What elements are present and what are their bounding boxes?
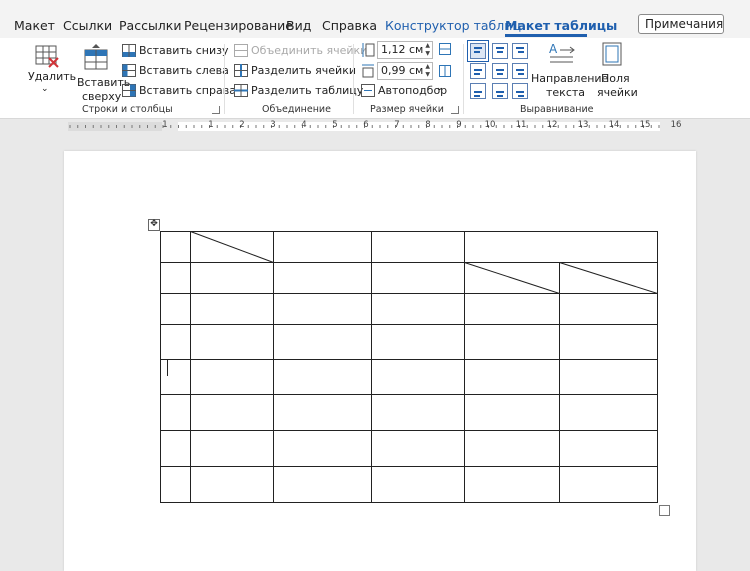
group-cell-size: Размер ячейки — [370, 104, 444, 115]
cell-margins-label-2: ячейки — [597, 86, 638, 99]
ruler-number: 10 — [484, 120, 496, 130]
ruler-number: 2 — [239, 120, 245, 130]
document-table[interactable] — [64, 151, 696, 571]
svg-text:A: A — [549, 42, 558, 56]
insert-below-icon — [122, 44, 136, 57]
ruler-number: 15 — [639, 120, 651, 130]
tab-view[interactable]: Вид — [286, 18, 311, 33]
autofit-button[interactable]: Автоподбор ⌄ — [361, 83, 447, 99]
ruler-number: 6 — [363, 120, 369, 130]
ruler-number: 5 — [332, 120, 338, 130]
tab-help[interactable]: Справка — [322, 18, 377, 33]
group-merge: Объединение — [262, 104, 331, 115]
chevron-down-icon: ⌄ — [436, 83, 444, 93]
split-table-icon — [234, 84, 248, 97]
ruler-number: 8 — [425, 120, 431, 130]
column-width-input[interactable]: 0,99 см ▲ ▼ — [377, 62, 433, 80]
spinner-arrows-icon[interactable]: ▲ ▼ — [425, 63, 430, 79]
delete-table-icon — [35, 45, 59, 68]
align-top-right-icon[interactable] — [512, 43, 528, 59]
ribbon-tab-bar: Макет Ссылки Рассылки Рецензирование Вид… — [0, 0, 750, 38]
row-height-input[interactable]: 1,12 см ▲ ▼ — [377, 41, 433, 59]
delete-label: Удалить — [28, 70, 77, 83]
split-cells-button[interactable]: Разделить ячейки — [233, 63, 356, 79]
row-height-value: 1,12 см — [381, 43, 424, 56]
chevron-down-icon: ⌄ — [41, 84, 49, 94]
text-direction-label-2: текста — [546, 86, 586, 99]
spinner-arrows-icon[interactable]: ▲ ▼ — [425, 42, 430, 58]
distribute-columns-icon[interactable] — [439, 65, 451, 77]
insert-above-icon — [84, 44, 108, 70]
ruler-number: 11 — [515, 120, 527, 130]
insert-left-label: Вставить слева — [139, 64, 229, 77]
group-rows-columns: Строки и столбцы — [82, 104, 173, 115]
ruler-number: 12 — [546, 120, 558, 130]
autofit-icon — [361, 84, 375, 97]
align-middle-left-icon[interactable] — [470, 63, 486, 79]
ruler-number: 7 — [394, 120, 400, 130]
align-bottom-center-icon[interactable] — [492, 83, 508, 99]
split-table-button[interactable]: Разделить таблицу — [233, 83, 363, 99]
ruler-number: 1 — [208, 120, 214, 130]
ruler-number: 3 — [270, 120, 276, 130]
tab-review[interactable]: Рецензирование — [184, 18, 293, 33]
comments-button[interactable]: Примечания — [638, 14, 724, 34]
insert-right-icon — [122, 84, 136, 97]
align-top-left-icon[interactable] — [467, 40, 489, 62]
insert-above-label-2: сверху — [82, 90, 122, 103]
table-resize-handle-icon[interactable] — [659, 505, 670, 516]
ruler-number: 4 — [301, 120, 307, 130]
active-tab-indicator — [505, 34, 587, 37]
split-cells-label: Разделить ячейки — [251, 64, 356, 77]
align-middle-center-icon[interactable] — [492, 63, 508, 79]
insert-left-button[interactable]: Вставить слева — [121, 63, 229, 79]
divider — [463, 44, 464, 114]
insert-below-button[interactable]: Вставить снизу — [121, 43, 229, 59]
tab-references[interactable]: Ссылки — [63, 18, 112, 33]
merge-cells-label: Объединить ячейки — [251, 44, 368, 57]
text-direction-button[interactable]: A Направление текста — [530, 42, 608, 99]
ruler-graphic — [68, 122, 660, 131]
align-bottom-right-icon[interactable] — [512, 83, 528, 99]
tab-table-design[interactable]: Конструктор таблиц — [385, 18, 521, 33]
ruler-number: 14 — [608, 120, 620, 130]
column-width-icon — [362, 64, 374, 78]
ruler-number: 1 — [162, 120, 168, 130]
tab-table-layout[interactable]: Макет таблицы — [505, 18, 617, 33]
cell-margins-button[interactable]: Поля ячейки — [596, 42, 638, 99]
rows-columns-launcher-icon[interactable] — [212, 106, 220, 114]
split-table-label: Разделить таблицу — [251, 84, 364, 97]
text-direction-icon: A — [549, 42, 575, 63]
ruler-number: 16 — [670, 120, 682, 130]
split-cells-icon — [234, 64, 248, 77]
ribbon: Удалить ⌄ Вставить сверху Вставить снизу… — [0, 38, 750, 119]
group-alignment: Выравнивание — [520, 104, 594, 115]
row-height-icon — [362, 43, 375, 57]
distribute-rows-icon[interactable] — [439, 43, 451, 55]
align-bottom-left-icon[interactable] — [470, 83, 486, 99]
divider — [224, 44, 225, 114]
insert-above-button[interactable]: Вставить сверху — [76, 44, 130, 103]
document-page[interactable]: ✥ — [64, 151, 696, 571]
align-middle-right-icon[interactable] — [512, 63, 528, 79]
tab-mailings[interactable]: Рассылки — [119, 18, 181, 33]
cell-margins-icon — [602, 42, 622, 66]
comments-button-label: Примечания — [645, 17, 724, 31]
delete-button[interactable]: Удалить ⌄ — [26, 44, 76, 100]
cell-margins-label-1: Поля — [601, 72, 630, 85]
insert-below-label: Вставить снизу — [139, 44, 229, 57]
ruler-number: 9 — [456, 120, 462, 130]
tab-layout[interactable]: Макет — [14, 18, 55, 33]
column-width-value: 0,99 см — [381, 64, 424, 77]
cell-size-launcher-icon[interactable] — [451, 106, 459, 114]
horizontal-ruler[interactable]: 1 1 2 3 4 5 6 7 8 9 10 11 12 13 14 15 16 — [0, 119, 750, 134]
insert-left-icon — [122, 64, 136, 77]
merge-cells-button[interactable]: Объединить ячейки — [233, 43, 367, 59]
divider — [353, 44, 354, 114]
insert-right-label: Вставить справа — [139, 84, 236, 97]
insert-right-button[interactable]: Вставить справа — [121, 83, 236, 99]
align-top-center-icon[interactable] — [492, 43, 508, 59]
merge-cells-icon — [234, 44, 248, 57]
ruler-number: 13 — [577, 120, 589, 130]
